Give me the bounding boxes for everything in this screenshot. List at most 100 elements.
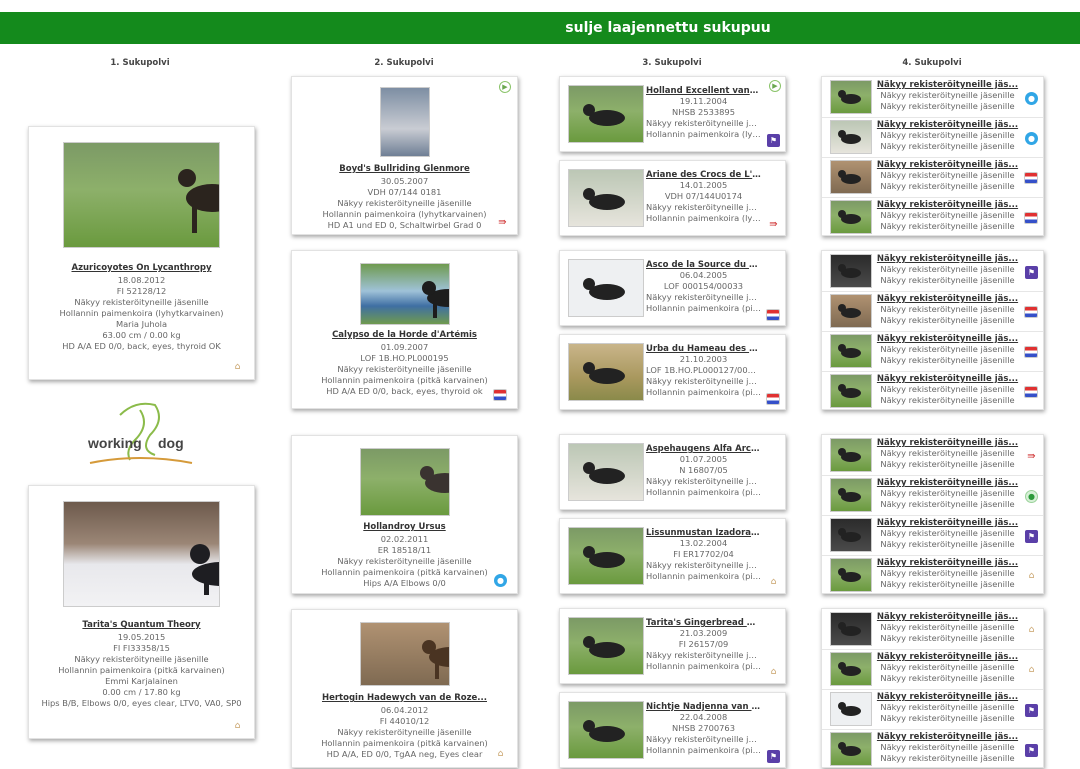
dog-name-link[interactable]: Näkyy rekisteröityneille jäs... bbox=[874, 254, 1021, 264]
gen4-card[interactable]: Näkyy rekisteröityneille jäs... Näkyy rek… bbox=[822, 157, 1043, 198]
workingdog-icon: ⌂ bbox=[770, 577, 777, 587]
dog-name-link[interactable]: Lissunmustan Izadora ... bbox=[646, 528, 761, 538]
dog-photo[interactable] bbox=[830, 80, 872, 114]
dog-name-link[interactable]: Näkyy rekisteröityneille jäs... bbox=[874, 612, 1021, 622]
dog-photo[interactable] bbox=[830, 478, 872, 512]
gen4-card[interactable]: Näkyy rekisteröityneille jäs... Näkyy rek… bbox=[822, 689, 1043, 730]
dog-name-link[interactable]: Näkyy rekisteröityneille jäs... bbox=[874, 160, 1021, 170]
gen3-card[interactable]: Aspehaugens Alfa Archo 01.07.2005 N 16807/… bbox=[559, 434, 786, 510]
gen4-card[interactable]: Näkyy rekisteröityneille jäs... Näkyy rek… bbox=[822, 251, 1043, 292]
dog-photo[interactable] bbox=[830, 294, 872, 328]
gen1-card-sire[interactable]: Azuricoyotes On Lycanthropy 18.08.2012 F… bbox=[28, 126, 255, 380]
gen4-card[interactable]: Näkyy rekisteröityneille jäs... Näkyy rek… bbox=[822, 291, 1043, 332]
dog-photo[interactable] bbox=[568, 85, 644, 143]
gen4-card[interactable]: Näkyy rekisteröityneille jäs... Näkyy rek… bbox=[822, 555, 1043, 595]
dog-name-link[interactable]: Näkyy rekisteröityneille jäs... bbox=[874, 558, 1021, 568]
dog-photo[interactable] bbox=[63, 142, 220, 248]
dog-name-link[interactable]: Näkyy rekisteröityneille jäs... bbox=[874, 732, 1021, 742]
dog-photo[interactable] bbox=[830, 160, 872, 194]
dog-breed: Näkyy rekisteröityneille jäsenille bbox=[880, 539, 1015, 549]
dog-photo[interactable] bbox=[568, 443, 644, 501]
dog-name-link[interactable]: Azuricoyotes On Lycanthropy bbox=[29, 263, 254, 273]
dog-photo[interactable] bbox=[830, 732, 872, 766]
dog-name-link[interactable]: Urba du Hameau des Tr... bbox=[646, 344, 761, 354]
gen4-card[interactable]: Näkyy rekisteröityneille jäs... Näkyy rek… bbox=[822, 649, 1043, 690]
dog-photo[interactable] bbox=[568, 617, 644, 675]
gen4-card[interactable]: Näkyy rekisteröityneille jäs... Näkyy rek… bbox=[822, 515, 1043, 556]
gen4-card[interactable]: Näkyy rekisteröityneille jäs... Näkyy rek… bbox=[822, 475, 1043, 516]
dog-name-link[interactable]: Hollandroy Ursus bbox=[292, 522, 517, 532]
dog-name-link[interactable]: Tarita's Gingerbread Guy bbox=[646, 618, 761, 628]
dog-photo[interactable] bbox=[830, 692, 872, 726]
dog-photo[interactable] bbox=[830, 374, 872, 408]
dog-photo[interactable] bbox=[568, 259, 644, 317]
dog-name-link[interactable]: Näkyy rekisteröityneille jäs... bbox=[874, 334, 1021, 344]
dog-photo[interactable] bbox=[830, 558, 872, 592]
dog-photo[interactable] bbox=[380, 87, 430, 157]
gen1-card-dam[interactable]: Tarita's Quantum Theory 19.05.2015 FI FI… bbox=[28, 485, 255, 739]
dog-name-link[interactable]: Asco de la Source du M... bbox=[646, 260, 761, 270]
dog-photo[interactable] bbox=[360, 622, 450, 686]
dog-photo[interactable] bbox=[830, 518, 872, 552]
dog-photo[interactable] bbox=[830, 254, 872, 288]
gen4-card[interactable]: Näkyy rekisteröityneille jäs... Näkyy rek… bbox=[822, 729, 1043, 769]
gen3-card[interactable]: Ariane des Crocs de L'O... 14.01.2005 VDH … bbox=[559, 160, 786, 236]
dog-photo[interactable] bbox=[830, 438, 872, 472]
gen3-card[interactable]: Lissunmustan Izadora ... 13.02.2004 FI ER1… bbox=[559, 518, 786, 594]
dog-photo[interactable] bbox=[568, 701, 644, 759]
dog-photo[interactable] bbox=[830, 334, 872, 368]
dog-regno: LOF 1B.HO.PL000195 bbox=[360, 353, 449, 363]
gen4-card[interactable]: Näkyy rekisteröityneille jäs... Näkyy rek… bbox=[822, 117, 1043, 158]
gen4-card[interactable]: Näkyy rekisteröityneille jäs... Näkyy rek… bbox=[822, 435, 1043, 476]
dog-photo[interactable] bbox=[360, 263, 450, 325]
collapse-pedigree-button[interactable]: sulje laajennettu sukupuu bbox=[0, 12, 1080, 44]
dog-owner: Emmi Karjalainen bbox=[105, 676, 178, 686]
dog-photo[interactable] bbox=[830, 612, 872, 646]
dog-name-link[interactable]: Aspehaugens Alfa Archo bbox=[646, 444, 761, 454]
gen4-card[interactable]: Näkyy rekisteröityneille jäs... Näkyy rek… bbox=[822, 609, 1043, 650]
dog-name-link[interactable]: Ariane des Crocs de L'O... bbox=[646, 170, 761, 180]
dog-name-link[interactable]: Tarita's Quantum Theory bbox=[29, 620, 254, 630]
dog-name-link[interactable]: Näkyy rekisteröityneille jäs... bbox=[874, 200, 1021, 210]
dog-photo[interactable] bbox=[830, 200, 872, 234]
dog-name-link[interactable]: Näkyy rekisteröityneille jäs... bbox=[874, 518, 1021, 528]
france-flag-icon bbox=[1024, 346, 1038, 358]
gen3-card[interactable]: Urba du Hameau des Tr... 21.10.2003 LOF 1B… bbox=[559, 334, 786, 410]
gen3-card[interactable]: Holland Excellent van L... 19.11.2004 NHSB… bbox=[559, 76, 786, 152]
dog-photo[interactable] bbox=[568, 527, 644, 585]
gen4-card[interactable]: Näkyy rekisteröityneille jäs... Näkyy rek… bbox=[822, 77, 1043, 118]
dog-photo[interactable] bbox=[568, 343, 644, 401]
dog-name-link[interactable]: Näkyy rekisteröityneille jäs... bbox=[874, 80, 1021, 90]
gen3-card[interactable]: Tarita's Gingerbread Guy 21.03.2009 FI 261… bbox=[559, 608, 786, 684]
dog-photo[interactable] bbox=[830, 652, 872, 686]
dog-name-link[interactable]: Holland Excellent van L... bbox=[646, 86, 761, 96]
dog-birthdate: 21.10.2003 bbox=[679, 354, 728, 364]
dog-photo[interactable] bbox=[830, 120, 872, 154]
gen3-card[interactable]: Asco de la Source du M... 06.04.2005 LOF 0… bbox=[559, 250, 786, 326]
dog-name-link[interactable]: Näkyy rekisteröityneille jäs... bbox=[874, 692, 1021, 702]
dog-name-link[interactable]: Näkyy rekisteröityneille jäs... bbox=[874, 438, 1021, 448]
dog-name-link[interactable]: Näkyy rekisteröityneille jäs... bbox=[874, 652, 1021, 662]
gen2-card[interactable]: Hollandroy Ursus 02.02.2011 ER 18518/11 … bbox=[291, 435, 518, 594]
dog-name-link[interactable]: Näkyy rekisteröityneille jäs... bbox=[874, 120, 1021, 130]
gen4-card[interactable]: Näkyy rekisteröityneille jäs... Näkyy rek… bbox=[822, 371, 1043, 411]
dog-photo[interactable] bbox=[63, 501, 220, 607]
dog-name-link[interactable]: Näkyy rekisteröityneille jäs... bbox=[874, 478, 1021, 488]
dog-name-link[interactable]: Näkyy rekisteröityneille jäs... bbox=[874, 374, 1021, 384]
dog-name-link[interactable]: Näkyy rekisteröityneille jäs... bbox=[874, 294, 1021, 304]
gen2-card[interactable]: Hertogin Hadewych van de Roze... 06.04.2… bbox=[291, 609, 518, 768]
dog-name-link[interactable]: Nichtje Nadjenna van h... bbox=[646, 702, 761, 712]
dog-photo[interactable] bbox=[360, 448, 450, 516]
gen2-card[interactable]: Boyd's Bullriding Glenmore 30.05.2007 VD… bbox=[291, 76, 518, 235]
gen4-card[interactable]: Näkyy rekisteröityneille jäs... Näkyy rek… bbox=[822, 197, 1043, 237]
dog-name-link[interactable]: Calypso de la Horde d'Artémis bbox=[292, 330, 517, 340]
video-icon[interactable]: ▶ bbox=[769, 80, 781, 92]
dog-birthdate: 22.04.2008 bbox=[679, 712, 728, 722]
dog-name-link[interactable]: Hertogin Hadewych van de Roze... bbox=[292, 693, 517, 703]
video-icon[interactable]: ▶ bbox=[499, 81, 511, 93]
gen4-card[interactable]: Näkyy rekisteröityneille jäs... Näkyy rek… bbox=[822, 331, 1043, 372]
dog-name-link[interactable]: Boyd's Bullriding Glenmore bbox=[292, 164, 517, 174]
gen3-card[interactable]: Nichtje Nadjenna van h... 22.04.2008 NHSB … bbox=[559, 692, 786, 768]
gen2-card[interactable]: Calypso de la Horde d'Artémis 01.09.2007… bbox=[291, 250, 518, 409]
dog-photo[interactable] bbox=[568, 169, 644, 227]
